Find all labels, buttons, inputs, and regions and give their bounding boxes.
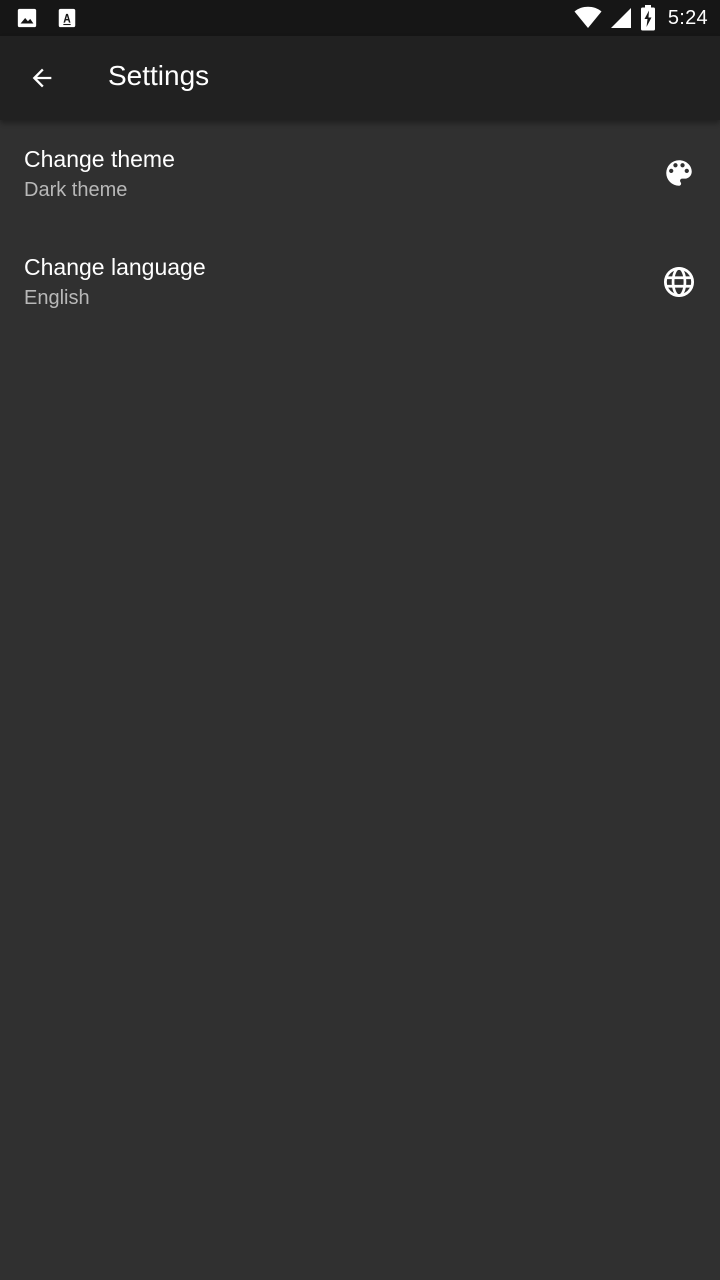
font-download-icon bbox=[58, 8, 76, 28]
setting-change-language[interactable]: Change language English bbox=[0, 228, 720, 336]
setting-subtitle: English bbox=[24, 287, 90, 309]
setting-title: Change language bbox=[24, 254, 206, 280]
page-title: Settings bbox=[108, 60, 210, 91]
back-button[interactable] bbox=[18, 54, 66, 102]
globe-icon bbox=[663, 266, 695, 298]
palette-icon bbox=[666, 160, 692, 186]
setting-change-theme[interactable]: Change theme Dark theme bbox=[0, 120, 720, 228]
status-bar: 5:24 bbox=[0, 0, 720, 36]
clock: 5:24 bbox=[667, 6, 708, 29]
settings-screen: 5:24 Settings Change theme Dark theme Ch… bbox=[0, 0, 720, 1280]
settings-list: Change theme Dark theme Change language … bbox=[0, 120, 720, 336]
notification-icons bbox=[16, 7, 78, 29]
system-icons: 5:24 bbox=[574, 5, 708, 31]
wifi-icon bbox=[574, 6, 602, 28]
setting-title: Change theme bbox=[24, 146, 175, 172]
arrow-back-icon bbox=[32, 68, 52, 88]
battery-charging-icon bbox=[640, 5, 655, 31]
setting-subtitle: Dark theme bbox=[24, 179, 128, 201]
signal-icon bbox=[610, 8, 631, 28]
image-icon bbox=[17, 8, 37, 28]
app-bar: Settings bbox=[0, 36, 720, 120]
